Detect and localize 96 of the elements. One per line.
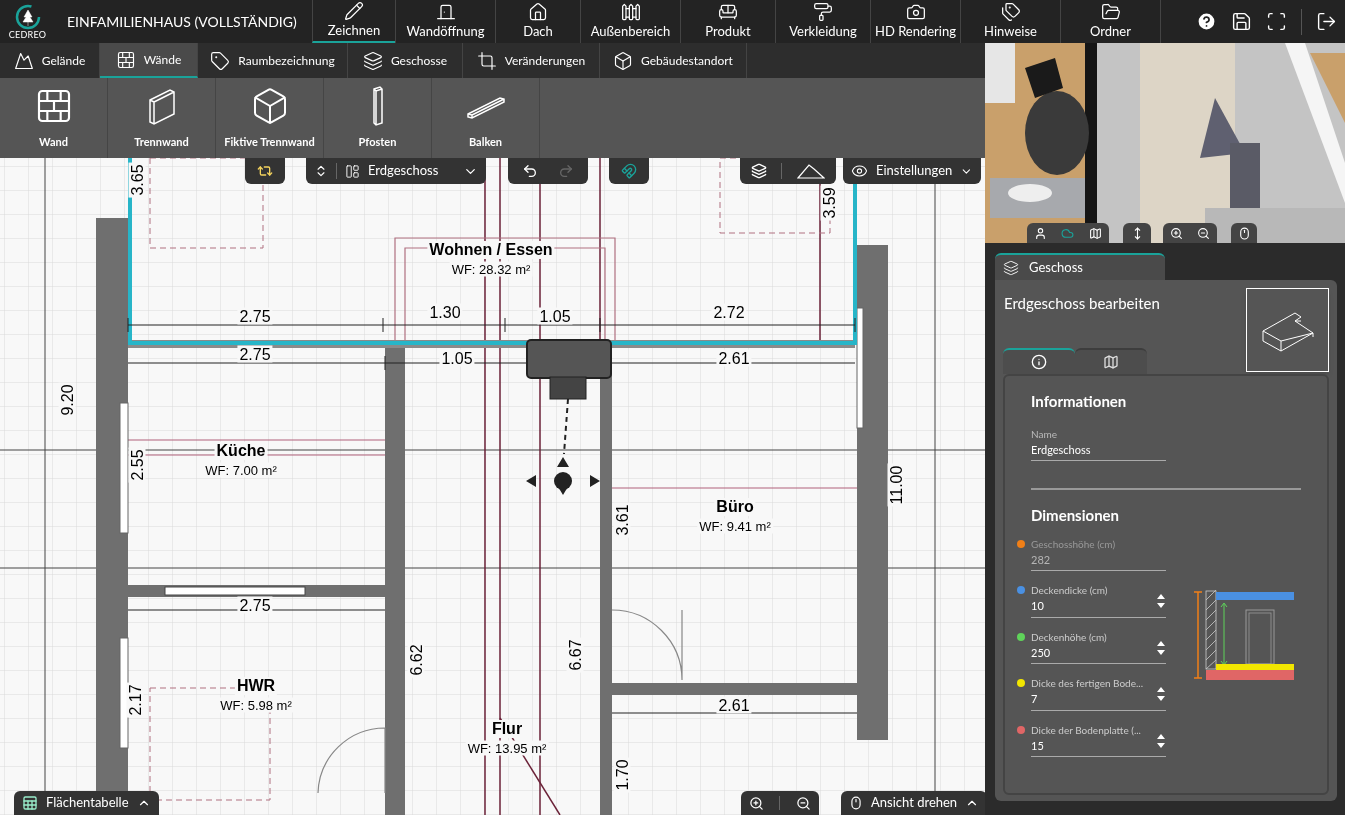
room-name: Wohnen / Essen [427,241,555,259]
project-title: EINFAMILIENHAUS (VOLLSTÄNDIG) [67,12,297,32]
room-area: WF: 28.32 m² [449,261,533,277]
field-label: Deckenhöhe (cm) [1031,629,1108,645]
dimension-label: 1.70 [613,757,631,793]
dimension-label: 3.61 [613,502,631,538]
dimension-label: 2.61 [716,349,752,367]
room-name: Büro [714,498,756,516]
mouse-icon[interactable] [1237,226,1251,240]
dimension-label: 6.62 [407,642,425,678]
field-label: Dicke des fertigen Bode... [1031,676,1145,691]
name-field[interactable]: Erdgeschoss [1031,441,1166,458]
paint-roller-icon [813,1,833,22]
field-label: Deckendicke (cm) [1031,583,1109,598]
number-field[interactable]: 15 [1031,737,1044,754]
swap-button[interactable] [245,158,285,184]
dimension-label: 3.59 [820,185,838,221]
rotate-view-button[interactable]: Ansicht drehen [841,791,985,815]
mountain-icon [13,50,34,71]
floor-plan-icon [345,163,360,179]
dimension-label: 1.05 [537,307,573,325]
panel-subtab[interactable] [1075,348,1147,374]
layers-icon [362,50,383,71]
spinner-icon[interactable] [1156,686,1166,703]
room-area: WF: 9.41 m² [697,518,773,534]
room-name: HWR [234,677,278,695]
box-icon [613,50,634,71]
layers-icon[interactable] [751,163,768,179]
section-heading: Informationen [1031,391,1128,412]
plan-icon[interactable] [1088,226,1102,240]
tree-logo-icon [14,3,41,30]
zoom-in-icon[interactable] [1170,226,1183,240]
zoom-in-icon[interactable] [748,795,764,811]
fence-icon [620,1,641,22]
save-icon[interactable] [1231,11,1252,32]
dimension-label: 2.61 [716,696,752,714]
panel-subtab[interactable] [1003,348,1075,374]
dimension-label: 2.72 [711,303,747,321]
dimension-label: 3.65 [128,162,146,198]
person-icon[interactable] [1034,226,1048,240]
floor-selector[interactable]: Erdgeschoss [306,158,486,184]
help-icon[interactable] [1196,11,1217,32]
cloud-icon[interactable] [1061,226,1075,240]
dimension-label: 1.05 [439,349,475,367]
number-field[interactable]: 7 [1031,691,1038,708]
dimension-label: 2.75 [237,596,273,614]
roof-icon[interactable] [796,163,825,179]
field-label: Geschosshöhe (cm) [1031,536,1117,552]
field-label: Dicke der Bodenplatte (... [1031,722,1142,738]
area-table-button[interactable]: Flächentabelle [14,791,159,815]
dimension-label: 2.55 [128,447,146,483]
room-area: WF: 13.95 m² [465,740,549,756]
settings-dropdown[interactable]: Einstellungen [843,158,981,184]
room-area: WF: 7.00 m² [203,462,279,478]
room-area: WF: 5.98 m² [218,697,294,713]
spinner-icon[interactable] [1156,732,1166,749]
dimension-label: 1.30 [427,303,463,321]
post-icon [372,85,383,126]
room-name: Küche [214,442,268,460]
category-tab[interactable]: Wände [100,43,198,78]
panel-title: Erdgeschoss bearbeiten [1004,293,1160,314]
swap-icon [257,163,273,179]
mouse-icon [849,796,863,810]
field-label: Name [1031,426,1058,442]
house-icon [528,1,548,22]
folder-icon [1100,1,1121,22]
move-handle-icon[interactable] [526,339,614,495]
dimension-label: 9.20 [58,382,76,418]
undo-icon[interactable] [522,163,538,179]
dimension-label: 6.67 [566,637,584,673]
spinner-icon[interactable] [1156,639,1166,656]
layers-icon [1003,259,1019,276]
panel-tab[interactable]: Geschoss [995,253,1165,280]
pencil-icon [344,0,364,21]
number-field[interactable]: 10 [1031,598,1044,615]
tags-icon [1000,1,1021,22]
floor-name: Erdgeschoss [368,161,440,181]
number-field[interactable]: 250 [1031,644,1051,661]
fullscreen-icon[interactable] [1266,11,1287,32]
zoom-out-icon[interactable] [796,795,812,811]
dimension-label: 2.75 [237,345,273,363]
dimension-label: 11.00 [887,463,905,507]
info-icon [1031,354,1047,370]
dimension-label: 2.17 [126,682,144,718]
spinner-icon[interactable] [1156,593,1166,610]
plan-icon [1103,354,1119,370]
tag-icon [210,50,231,71]
magnet-button[interactable] [609,158,649,184]
crop-icon [476,50,497,71]
number-field: 282 [1031,551,1051,568]
logout-icon[interactable] [1316,11,1337,32]
table-icon [22,795,38,811]
logo-text: CEDREO [8,29,47,40]
zoom-out-icon[interactable] [1197,226,1210,240]
brick-wall-icon [115,49,136,70]
section-heading: Dimensionen [1031,505,1121,526]
